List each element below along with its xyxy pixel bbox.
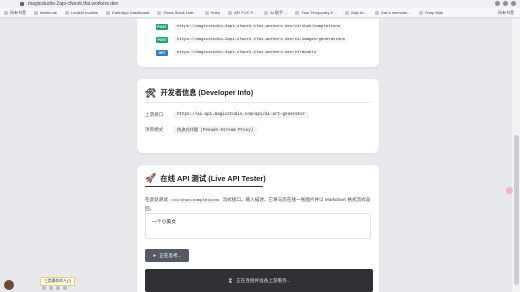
bookmark-favicon-icon <box>106 10 111 15</box>
mode-row: 项目模式 伪流式代理 (Pseudo-Stream Proxy) <box>145 126 258 134</box>
bookmark-item[interactable]: EarthApp Dashboard <box>106 10 149 15</box>
bookmark-item[interactable]: Gloss Stack Hub... <box>157 10 197 15</box>
bookmark-favicon-icon <box>228 10 233 15</box>
taskbar-app-icon[interactable] <box>42 286 46 290</box>
mode-value: 伪流式代理 (Pseudo-Stream Proxy) <box>173 126 258 134</box>
bookmarks-bar: 所有书签 ikhskt.cat LocalAI models EarthApp … <box>0 8 520 18</box>
bookmark-label: Gat a memorie... <box>380 10 411 15</box>
address-url[interactable]: magicstudio-2api-cfwork.tfai.workers.dev <box>28 1 118 7</box>
bookmark-label: Your Temporary E... <box>301 10 337 15</box>
tools-icon: 🛠 <box>145 87 157 98</box>
endpoint-path: https://magicstudio-2api-cfwork.tfai.wor… <box>174 37 349 43</box>
extension-icon[interactable] <box>495 1 500 6</box>
method-badge: POST <box>156 37 168 43</box>
endpoints-card: POST https://magicstudio-2api-cfwork.tfa… <box>137 19 379 67</box>
bookmark-label: 所有书签 <box>10 9 26 15</box>
method-badge: GET <box>156 50 168 56</box>
bookmark-label: AFI FUC F... <box>234 10 257 15</box>
rocket-icon: 🚀 <box>145 173 157 183</box>
floating-assistant-icon[interactable] <box>506 187 513 194</box>
bookmark-item[interactable]: Hubo <box>204 10 221 15</box>
bookmark-favicon-icon <box>264 10 269 15</box>
generate-button-label: 正在思考... <box>159 252 182 258</box>
address-bar[interactable]: magicstudio-2api-cfwork.tfai.workers.dev <box>20 0 118 8</box>
bookmark-favicon-icon <box>64 10 69 15</box>
title-divider <box>145 102 371 103</box>
send-icon: ➤ <box>152 252 157 258</box>
tester-title: 🚀 在线 API 测试 (Live API Tester) <box>145 173 266 184</box>
bookmark-label: AI 助手 ... <box>270 9 288 15</box>
scrollbar-thumb[interactable] <box>514 135 519 285</box>
bookmark-item[interactable]: LocalAI models <box>64 10 99 15</box>
method-badge: POST <box>156 24 168 30</box>
bookmark-favicon-icon <box>4 10 8 15</box>
endpoint-path: https://magicstudio-2api-cfwork.tfai.wor… <box>174 24 344 30</box>
profile-icon[interactable] <box>503 1 508 6</box>
tester-title-text: 在线 API 测试 (Live API Tester) <box>160 174 266 183</box>
bookmark-label: Hubo <box>210 10 221 15</box>
bookmark-favicon-icon <box>204 10 209 15</box>
desc-code: /v1/chat/completions <box>169 199 222 203</box>
developer-info-title-text: 开发者信息 (Developer Info) <box>160 88 254 97</box>
bookmark-favicon-icon <box>34 10 38 15</box>
desc-prefix: 在此处测试 <box>145 197 168 202</box>
endpoint-row: POST https://magicstudio-2api-cfwork.tfa… <box>156 24 344 30</box>
result-panel: ⏳ 正在连接并准备上游服务... <box>145 269 373 292</box>
browser-toolbar-icons <box>495 1 516 6</box>
tester-description: 在此处测试 /v1/chat/completions 流式接口。输入描述，它将与… <box>145 196 371 213</box>
taskbar-icons <box>42 286 67 290</box>
bookmark-item[interactable]: Gat a memorie... <box>374 10 411 15</box>
upstream-value: https://ai-api.magicstudio.com/api/ai-ar… <box>173 112 310 118</box>
site-info-icon[interactable] <box>20 2 24 6</box>
bookmark-item[interactable]: Your Temporary E... <box>295 10 337 15</box>
endpoint-path: https://magicstudio-2api-cfwork.tfai.wor… <box>174 50 320 56</box>
bookmark-item[interactable]: ikhskt.cat <box>34 10 57 15</box>
bookmark-favicon-icon <box>157 10 162 15</box>
bookmark-item[interactable]: Gapi Al... <box>344 10 367 15</box>
bookmark-label: ikhskt.cat <box>40 10 57 15</box>
upstream-row: 上游接口 https://ai-api.magicstudio.com/api/… <box>145 112 310 118</box>
tester-title-underline <box>145 186 263 187</box>
bookmark-item[interactable]: 所有书签 <box>4 10 26 16</box>
bookmark-label: EarthApp Dashboard <box>112 10 150 15</box>
bookmark-label: Gapi Al... <box>350 10 367 15</box>
mode-label: 项目模式 <box>145 127 164 132</box>
taskbar-app-icon[interactable] <box>56 286 60 290</box>
bookmark-label: Gloss Stack Hub... <box>163 10 197 15</box>
bookmark-label: LocalAI models <box>70 10 99 15</box>
developer-info-card: 🛠 开发者信息 (Developer Info) 上游接口 https://ai… <box>137 79 379 153</box>
taskbar-tab[interactable]: 三类操作的人(7) <box>40 277 76 286</box>
all-bookmarks-link[interactable]: 所有书签 <box>498 10 514 16</box>
generate-button[interactable]: ➤ 正在思考... <box>145 249 189 262</box>
avatar[interactable] <box>4 280 14 290</box>
bookmark-item[interactable]: AI 助手 ... <box>264 10 287 16</box>
bookmark-favicon-icon <box>344 10 349 15</box>
endpoint-row: GET https://magicstudio-2api-cfwork.tfai… <box>156 50 320 56</box>
live-api-tester-card: 🚀 在线 API 测试 (Live API Tester) 在此处测试 /v1/… <box>137 165 379 292</box>
bookmark-item[interactable]: Temp Mail <box>418 10 443 15</box>
bookmark-label: Temp Mail <box>424 10 443 15</box>
hourglass-icon: ⏳ <box>227 277 234 283</box>
status-text: 正在连接并准备上游服务... <box>236 277 291 283</box>
developer-info-title: 🛠 开发者信息 (Developer Info) <box>145 88 253 98</box>
bookmark-favicon-icon <box>418 10 423 15</box>
page-viewport: POST https://magicstudio-2api-cfwork.tfa… <box>0 19 512 292</box>
taskbar-app-icon[interactable] <box>63 286 67 290</box>
menu-icon[interactable] <box>511 1 516 6</box>
taskbar-app-icon[interactable] <box>49 286 53 290</box>
bookmark-favicon-icon <box>374 10 379 15</box>
prompt-input[interactable]: 一个小美女 <box>145 213 371 239</box>
upstream-label: 上游接口 <box>145 112 164 117</box>
bookmark-item[interactable]: AFI FUC F... <box>228 10 256 15</box>
endpoint-row: POST https://magicstudio-2api-cfwork.tfa… <box>156 37 349 43</box>
bookmark-favicon-icon <box>295 10 300 15</box>
